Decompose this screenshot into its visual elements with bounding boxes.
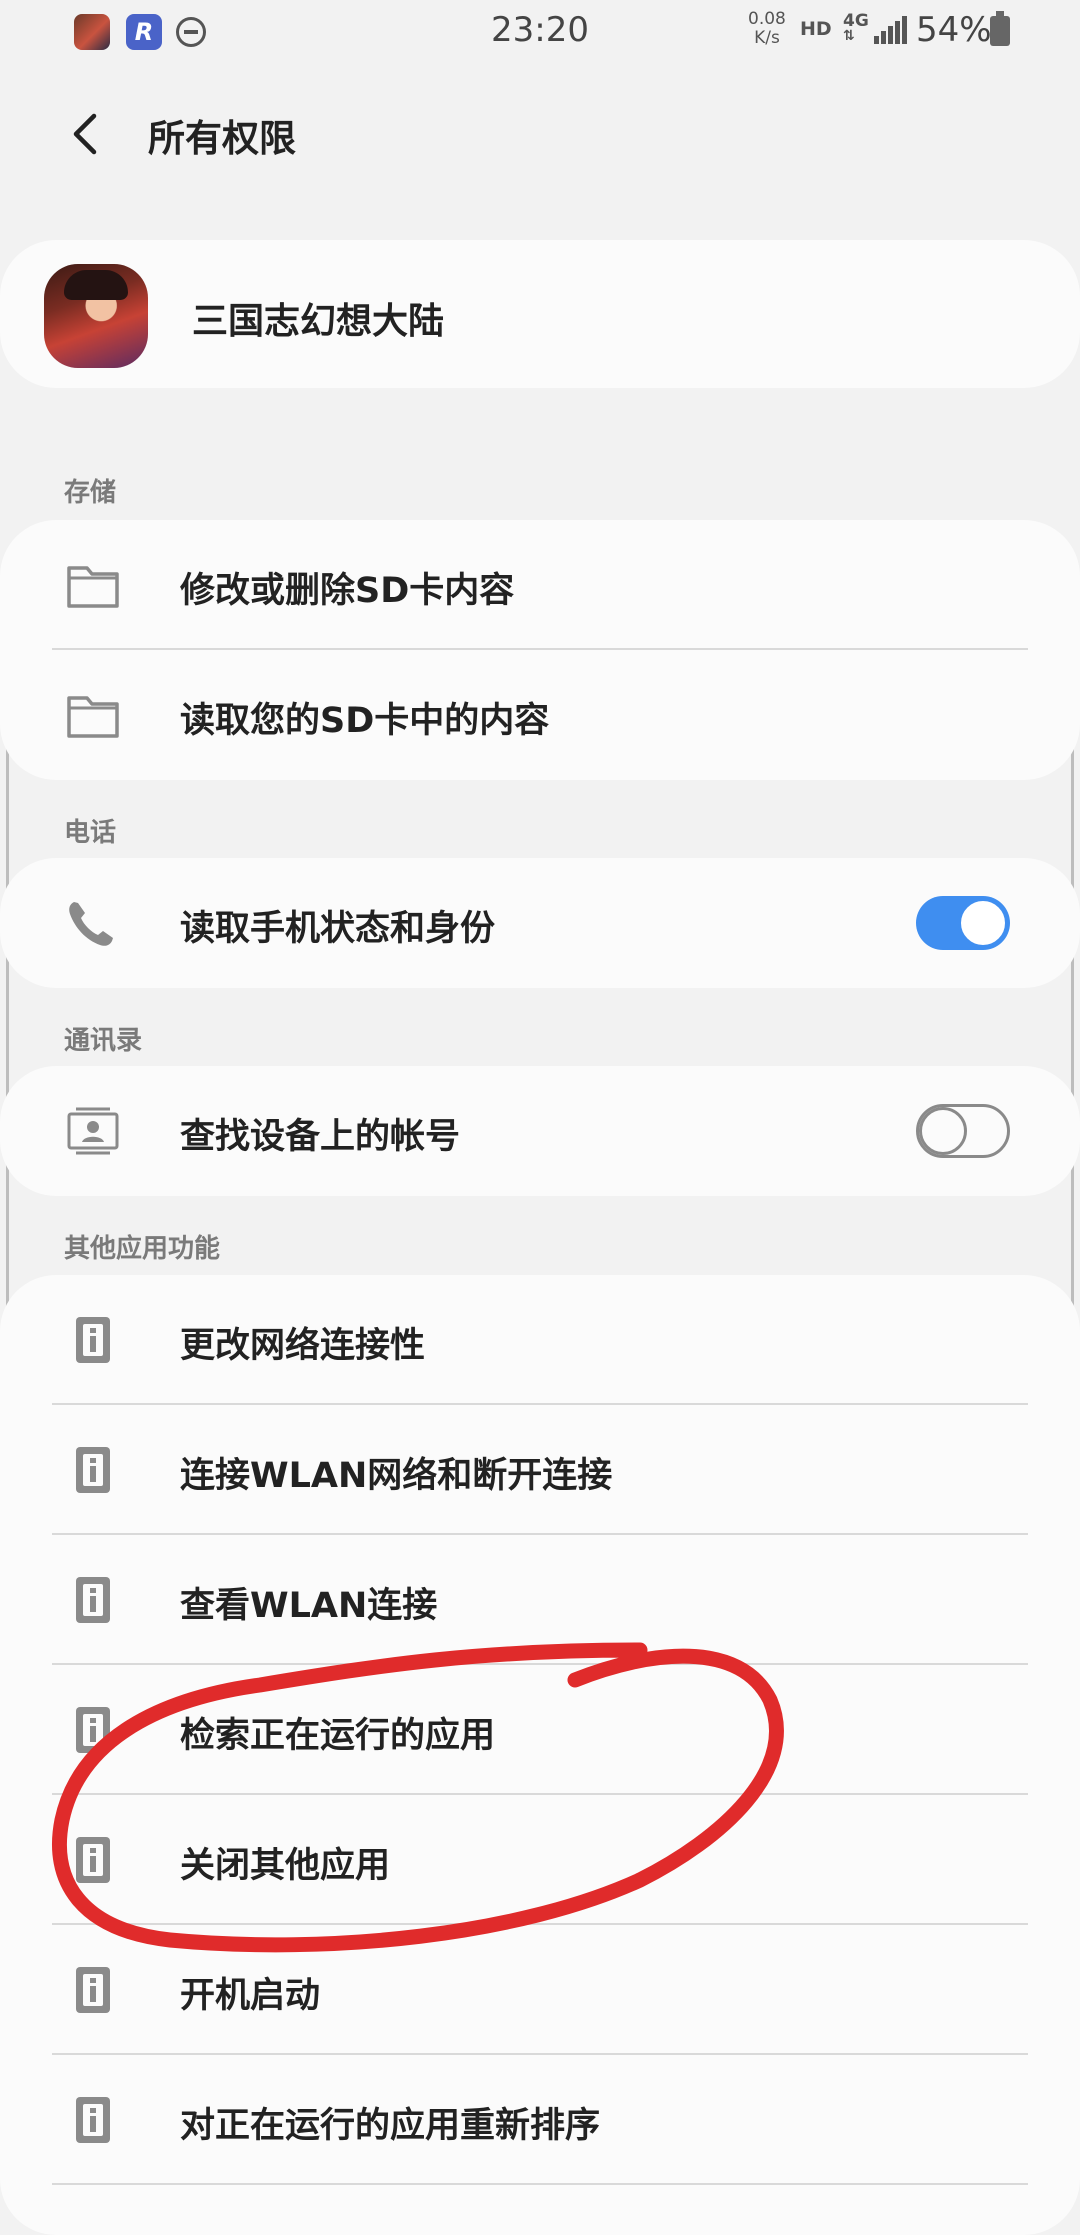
- signal-icon: [874, 16, 907, 44]
- folder-icon: [67, 566, 119, 608]
- section-label-other: 其他应用功能: [64, 1234, 221, 1264]
- net-speed-value: 0.08: [748, 9, 786, 29]
- divider: [52, 2183, 1028, 2185]
- network-type: 4G ⇅: [843, 12, 869, 44]
- phone-state-toggle[interactable]: [916, 896, 1010, 950]
- find-accounts-toggle[interactable]: [916, 1104, 1010, 1158]
- page-title: 所有权限: [148, 117, 296, 160]
- permission-row-reorder-running-apps[interactable]: 对正在运行的应用重新排序: [0, 2055, 1080, 2185]
- net-speed-unit: K/s: [754, 28, 780, 48]
- permission-label: 读取您的SD卡中的内容: [180, 701, 550, 741]
- permission-label: 关闭其他应用: [180, 1846, 391, 1886]
- permission-row-wlan-connect[interactable]: 连接WLAN网络和断开连接: [0, 1405, 1080, 1535]
- section-label-phone: 电话: [64, 818, 117, 848]
- info-icon: [76, 1837, 110, 1883]
- info-icon: [76, 1447, 110, 1493]
- permission-row-read-sd[interactable]: 读取您的SD卡中的内容: [0, 650, 1080, 780]
- section-label-contacts: 通讯录: [64, 1026, 143, 1056]
- info-icon: [76, 1707, 110, 1753]
- permission-row-find-accounts[interactable]: 查找设备上的帐号: [0, 1066, 1080, 1196]
- battery-icon: [990, 11, 1010, 46]
- app-name: 三国志幻想大陆: [192, 301, 445, 342]
- permission-row-auto-start[interactable]: 开机启动: [0, 1925, 1080, 2055]
- back-arrow-icon[interactable]: [62, 110, 110, 158]
- net-speed: 0.08 K/s: [748, 10, 786, 48]
- phone-card: 读取手机状态和身份: [0, 858, 1080, 988]
- permission-row-phone-state[interactable]: 读取手机状态和身份: [0, 858, 1080, 988]
- permission-row-close-other-apps[interactable]: 关闭其他应用: [0, 1795, 1080, 1925]
- permission-row-modify-sd[interactable]: 修改或删除SD卡内容: [0, 520, 1080, 650]
- permission-row-retrieve-running-apps[interactable]: 检索正在运行的应用: [0, 1665, 1080, 1795]
- folder-icon: [67, 696, 119, 738]
- permission-label: 连接WLAN网络和断开连接: [180, 1456, 613, 1496]
- permission-label: 开机启动: [180, 1976, 321, 2016]
- info-icon: [76, 2097, 110, 2143]
- info-icon: [76, 1317, 110, 1363]
- permission-label: 更改网络连接性: [180, 1326, 426, 1366]
- permission-label: 查找设备上的帐号: [180, 1117, 461, 1157]
- permission-label: 读取手机状态和身份: [180, 909, 496, 949]
- storage-card: 修改或删除SD卡内容 读取您的SD卡中的内容: [0, 520, 1080, 780]
- permission-label: 对正在运行的应用重新排序: [180, 2106, 601, 2146]
- phone-icon: [69, 902, 113, 946]
- other-functions-card: 更改网络连接性 连接WLAN网络和断开连接 查看WLAN连接 检索正在运行的应用…: [0, 1275, 1080, 2235]
- info-icon: [76, 1967, 110, 2013]
- contact-card-icon: [67, 1107, 119, 1155]
- info-icon: [76, 1577, 110, 1623]
- section-label-storage: 存储: [64, 478, 117, 508]
- app-header-card: 三国志幻想大陆: [0, 240, 1080, 388]
- battery-percent: 54%: [916, 10, 992, 50]
- permission-row-change-network[interactable]: 更改网络连接性: [0, 1275, 1080, 1405]
- permission-label: 查看WLAN连接: [180, 1586, 438, 1626]
- status-bar: R 23:20 0.08 K/s HD 4G ⇅ 54%: [0, 0, 1080, 62]
- data-arrows-icon: ⇅: [843, 28, 855, 44]
- permission-row-view-wlan[interactable]: 查看WLAN连接: [0, 1535, 1080, 1665]
- app-icon: [44, 264, 148, 368]
- hd-indicator: HD: [800, 18, 832, 40]
- permission-label: 修改或删除SD卡内容: [180, 571, 515, 611]
- permission-label: 检索正在运行的应用: [180, 1716, 496, 1756]
- contacts-card: 查找设备上的帐号: [0, 1066, 1080, 1196]
